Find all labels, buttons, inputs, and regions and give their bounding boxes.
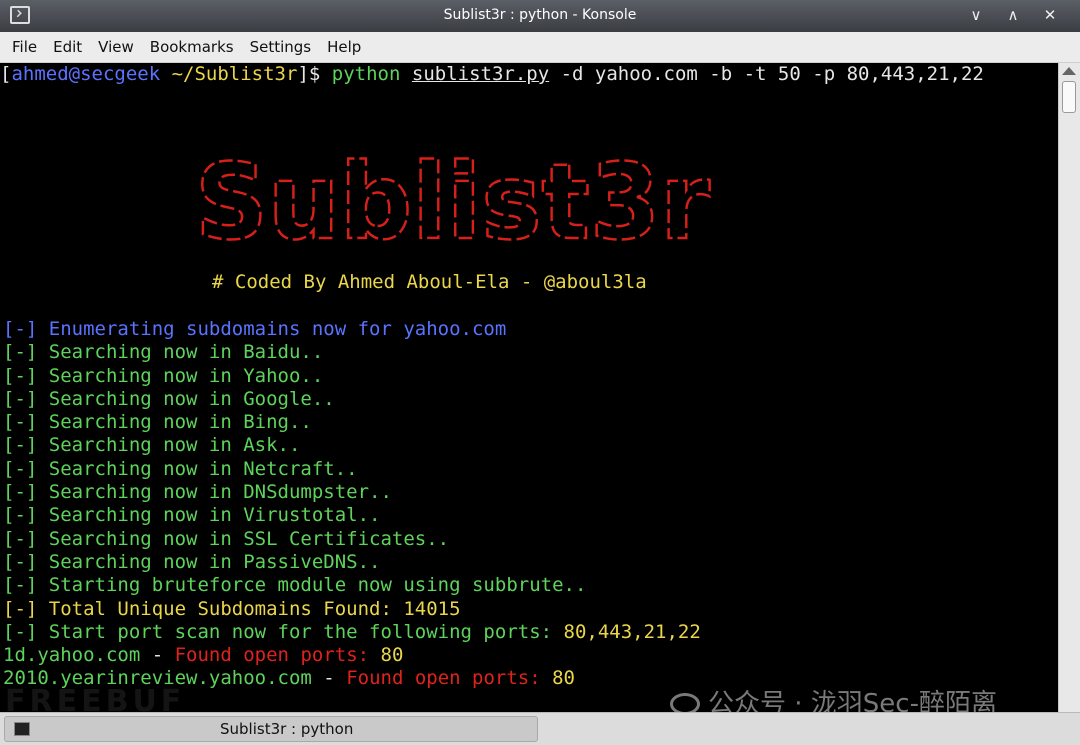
prompt-user-host: ahmed@secgeek	[11, 63, 161, 85]
terminal-icon	[14, 722, 30, 736]
enumerating-line: [-] Enumerating subdomains now for yahoo…	[3, 318, 507, 340]
search-line: [-] Searching now in Netcraft..	[3, 457, 358, 480]
menu-edit[interactable]: Edit	[45, 38, 90, 56]
window-titlebar[interactable]: Sublist3r : python - Konsole ∨ ∧ ✕	[0, 0, 1080, 32]
command-name: python	[331, 63, 401, 85]
result-ports: 80	[369, 644, 404, 667]
search-line: [-] Searching now in Baidu..	[3, 341, 324, 364]
task-label: Sublist3r : python	[220, 720, 354, 738]
port-scan-line: [-] Start port scan now for the followin…	[3, 621, 701, 644]
maximize-icon[interactable]: ∧	[1001, 4, 1025, 26]
scroll-up-icon[interactable]	[1062, 67, 1076, 75]
search-line: [-] Searching now in PassiveDNS..	[3, 550, 381, 573]
taskbar: Sublist3r : python	[0, 712, 1080, 745]
search-line: [-] Searching now in Virustotal..	[3, 504, 381, 527]
command-space	[400, 63, 411, 85]
total-found-line: [-] Total Unique Subdomains Found: 14015	[3, 597, 461, 620]
result-ports: 80	[540, 667, 575, 690]
minimize-icon[interactable]: ∨	[964, 4, 988, 26]
result-found-label: Found open ports:	[174, 644, 370, 667]
search-line: [-] Searching now in DNSdumpster..	[3, 481, 392, 504]
search-line: [-] Searching now in Yahoo..	[3, 364, 324, 387]
search-line: [-] Searching now in SSL Certificates..	[3, 527, 450, 550]
menu-bar: File Edit View Bookmarks Settings Help	[0, 32, 1080, 63]
command-script: sublist3r.py	[411, 63, 550, 85]
output-block: [-] Enumerating subdomains now for yahoo…	[3, 318, 701, 691]
search-line: [-] Searching now in Ask..	[3, 434, 301, 457]
menu-settings[interactable]: Settings	[242, 38, 320, 56]
menu-file[interactable]: File	[4, 38, 45, 56]
close-icon[interactable]: ✕	[1038, 4, 1062, 26]
logo-text: Sublist3r	[195, 148, 710, 260]
sublist3r-logo: Sublist3r	[195, 148, 711, 260]
prompt-path: ~/Sublist3r	[160, 63, 298, 85]
scroll-thumb[interactable]	[1062, 81, 1076, 113]
result-host: 1d.yahoo.com	[3, 644, 141, 667]
menu-view[interactable]: View	[90, 38, 142, 56]
terminal-scrollbar[interactable]	[1058, 63, 1080, 712]
port-scan-ports: 80,443,21,22	[563, 620, 701, 643]
prompt-symbol: ]$	[297, 63, 332, 85]
command-prompt-line: [ahmed@secgeek ~/Sublist3r]$ python subl…	[0, 63, 1058, 86]
port-scan-text: [-] Start port scan now for the followin…	[3, 620, 564, 643]
result-line: 1d.yahoo.com - Found open ports: 80	[3, 644, 701, 667]
search-line: [-] Searching now in Bing..	[3, 411, 312, 434]
menu-help[interactable]: Help	[319, 38, 369, 56]
result-separator: -	[140, 644, 175, 667]
taskbar-konsole-task[interactable]: Sublist3r : python	[4, 716, 538, 742]
bruteforce-line: [-] Starting bruteforce module now using…	[3, 574, 587, 597]
menu-bookmarks[interactable]: Bookmarks	[142, 38, 242, 56]
window-title: Sublist3r : python - Konsole	[443, 7, 637, 23]
search-line: [-] Searching now in Google..	[3, 387, 335, 410]
command-args: -d yahoo.com -b -t 50 -p 80,443,21,22	[549, 63, 984, 85]
prompt-bracket: [	[0, 63, 12, 85]
coded-by-line: # Coded By Ahmed Aboul-Ela - @aboul3la	[212, 271, 647, 293]
terminal-output[interactable]: [ahmed@secgeek ~/Sublist3r]$ python subl…	[0, 63, 1058, 712]
result-separator: -	[311, 667, 347, 690]
result-found-label: Found open ports:	[346, 667, 541, 690]
